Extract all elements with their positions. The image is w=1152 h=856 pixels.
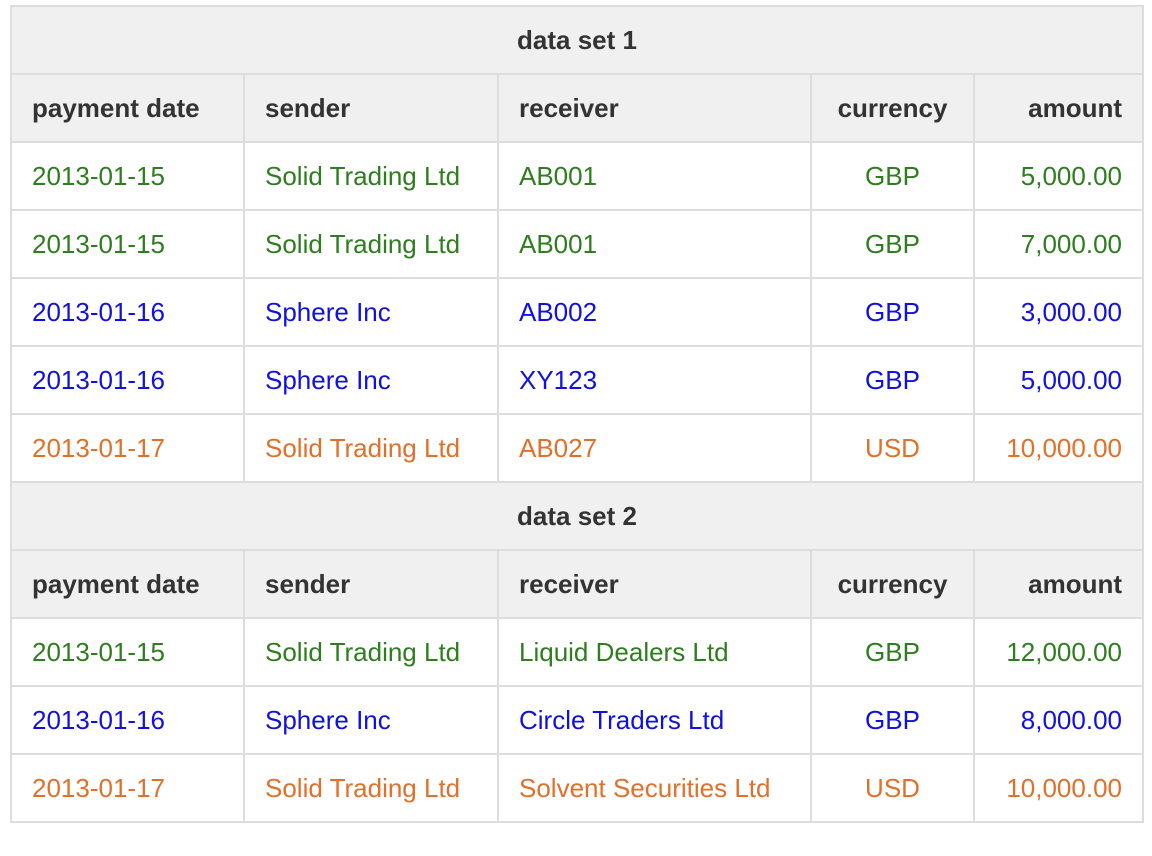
cell-payment-date: 2013-01-16 (10, 277, 245, 347)
cell-receiver: AB001 (497, 141, 812, 211)
cell-amount: 7,000.00 (973, 209, 1144, 279)
cell-currency: USD (810, 413, 975, 483)
column-header-sender: sender (243, 73, 499, 143)
header-row: payment date sender receiver currency amount (10, 549, 1144, 619)
cell-currency: GBP (810, 617, 975, 687)
cell-sender: Sphere Inc (243, 685, 499, 755)
header-row: payment date sender receiver currency amount (10, 73, 1144, 143)
cell-sender: Solid Trading Ltd (243, 209, 499, 279)
cell-sender: Sphere Inc (243, 277, 499, 347)
column-header-currency: currency (810, 549, 975, 619)
cell-receiver: XY123 (497, 345, 812, 415)
table-row: 2013-01-16 Sphere Inc XY123 GBP 5,000.00 (10, 345, 1144, 415)
data-set-title-row: data set 2 (10, 481, 1144, 551)
cell-currency: GBP (810, 277, 975, 347)
cell-receiver: Liquid Dealers Ltd (497, 617, 812, 687)
cell-amount: 10,000.00 (973, 753, 1144, 823)
cell-amount: 12,000.00 (973, 617, 1144, 687)
column-header-amount: amount (973, 73, 1144, 143)
cell-receiver: Solvent Securities Ltd (497, 753, 812, 823)
table-row: 2013-01-15 Solid Trading Ltd AB001 GBP 5,000… (10, 141, 1144, 211)
column-header-receiver: receiver (497, 549, 812, 619)
cell-sender: Solid Trading Ltd (243, 413, 499, 483)
column-header-payment-date: payment date (10, 73, 245, 143)
column-header-sender: sender (243, 549, 499, 619)
cell-amount: 8,000.00 (973, 685, 1144, 755)
data-set-title: data set 1 (10, 5, 1144, 75)
cell-sender: Solid Trading Ltd (243, 617, 499, 687)
table-row: 2013-01-17 Solid Trading Ltd Solvent Secur… (10, 753, 1144, 823)
table-row: 2013-01-16 Sphere Inc AB002 GBP 3,000.00 (10, 277, 1144, 347)
cell-amount: 3,000.00 (973, 277, 1144, 347)
cell-currency: USD (810, 753, 975, 823)
cell-receiver: Circle Traders Ltd (497, 685, 812, 755)
column-header-amount: amount (973, 549, 1144, 619)
table-row: 2013-01-15 Solid Trading Ltd AB001 GBP 7,000… (10, 209, 1144, 279)
data-set-title: data set 2 (10, 481, 1144, 551)
cell-payment-date: 2013-01-17 (10, 413, 245, 483)
cell-payment-date: 2013-01-17 (10, 753, 245, 823)
cell-payment-date: 2013-01-16 (10, 345, 245, 415)
payments-table: data set 1 payment date sender receiver curr… (10, 5, 1144, 823)
table-row: 2013-01-16 Sphere Inc Circle Traders Ltd GB… (10, 685, 1144, 755)
cell-currency: GBP (810, 345, 975, 415)
cell-sender: Sphere Inc (243, 345, 499, 415)
cell-payment-date: 2013-01-15 (10, 209, 245, 279)
table-row: 2013-01-15 Solid Trading Ltd Liquid Dealer… (10, 617, 1144, 687)
cell-payment-date: 2013-01-15 (10, 617, 245, 687)
cell-receiver: AB001 (497, 209, 812, 279)
cell-payment-date: 2013-01-15 (10, 141, 245, 211)
column-header-currency: currency (810, 73, 975, 143)
cell-amount: 5,000.00 (973, 141, 1144, 211)
data-set-title-row: data set 1 (10, 5, 1144, 75)
cell-sender: Solid Trading Ltd (243, 753, 499, 823)
cell-sender: Solid Trading Ltd (243, 141, 499, 211)
table-row: 2013-01-17 Solid Trading Ltd AB027 USD 10,00… (10, 413, 1144, 483)
cell-currency: GBP (810, 685, 975, 755)
cell-receiver: AB002 (497, 277, 812, 347)
cell-receiver: AB027 (497, 413, 812, 483)
cell-amount: 10,000.00 (973, 413, 1144, 483)
cell-amount: 5,000.00 (973, 345, 1144, 415)
cell-currency: GBP (810, 141, 975, 211)
column-header-receiver: receiver (497, 73, 812, 143)
cell-currency: GBP (810, 209, 975, 279)
cell-payment-date: 2013-01-16 (10, 685, 245, 755)
column-header-payment-date: payment date (10, 549, 245, 619)
